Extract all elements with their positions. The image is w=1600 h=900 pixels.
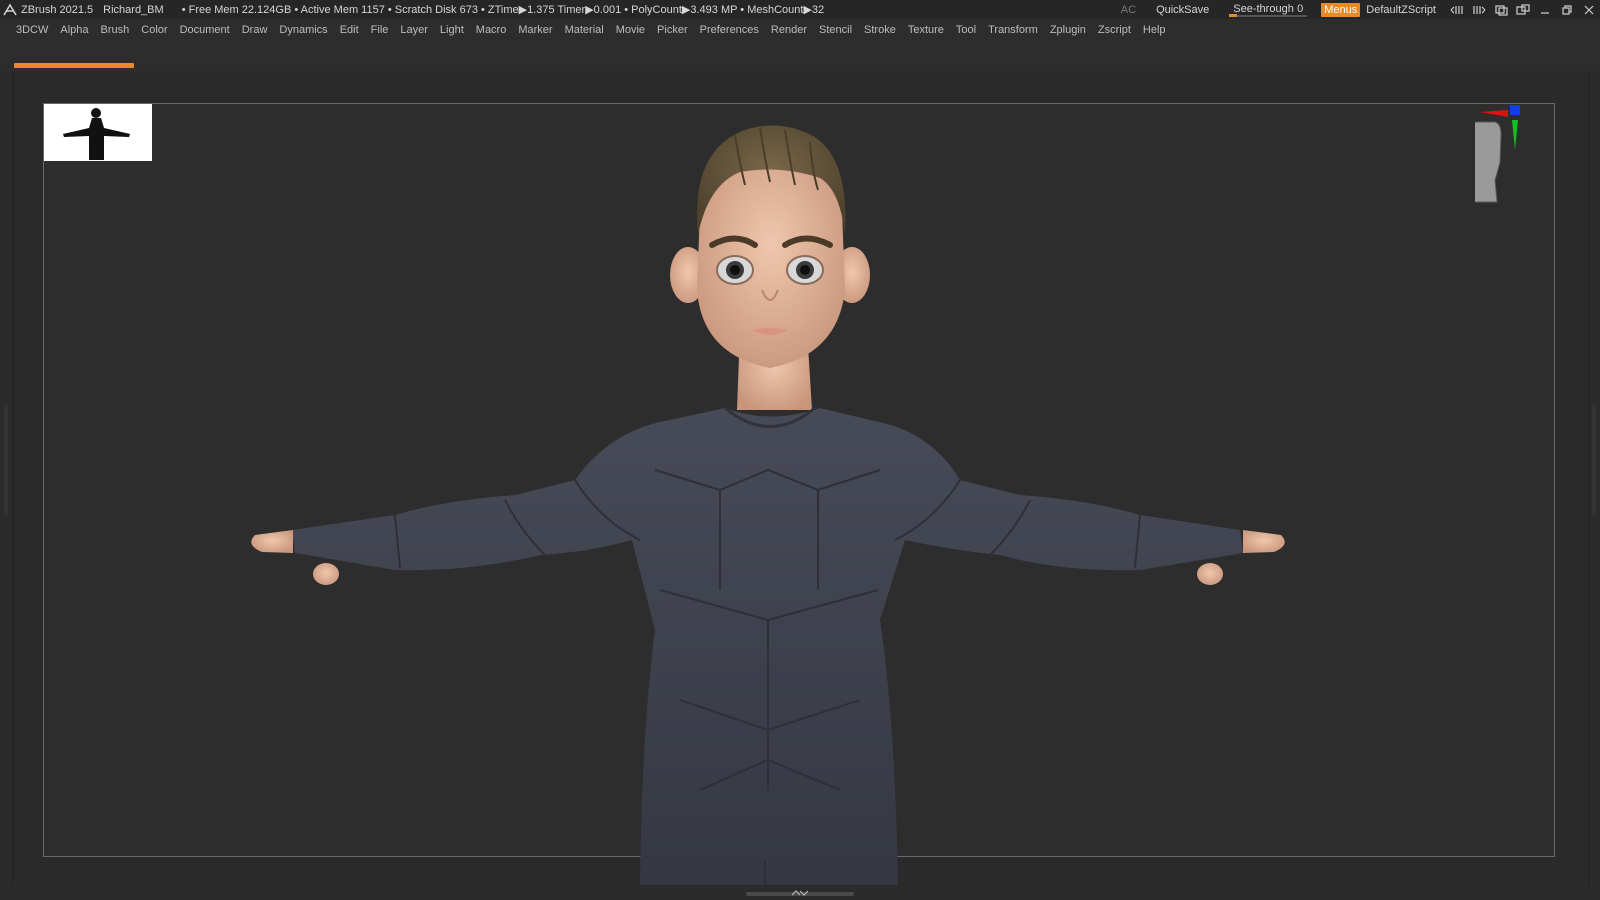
orientation-head-icon[interactable] [1475, 102, 1555, 212]
axis-y-icon [1512, 120, 1518, 150]
axis-x-icon [1480, 110, 1508, 117]
axis-z-icon [1510, 105, 1520, 115]
gizmo-head [1475, 121, 1502, 203]
right-thumb [1197, 563, 1223, 585]
right-tray-handle[interactable] [1592, 405, 1596, 515]
right-pupil [800, 265, 810, 275]
left-thumb [313, 563, 339, 585]
navigator-silhouette [63, 108, 130, 160]
left-pupil [730, 265, 740, 275]
tray-toggle-icon[interactable] [790, 889, 810, 897]
left-fingers [251, 530, 293, 553]
right-fingers [1243, 530, 1285, 553]
left-tray-handle[interactable] [4, 405, 8, 515]
character-model[interactable] [0, 0, 1600, 900]
bottom-tray [0, 886, 1600, 900]
navigator-thumbnail[interactable] [44, 104, 152, 161]
